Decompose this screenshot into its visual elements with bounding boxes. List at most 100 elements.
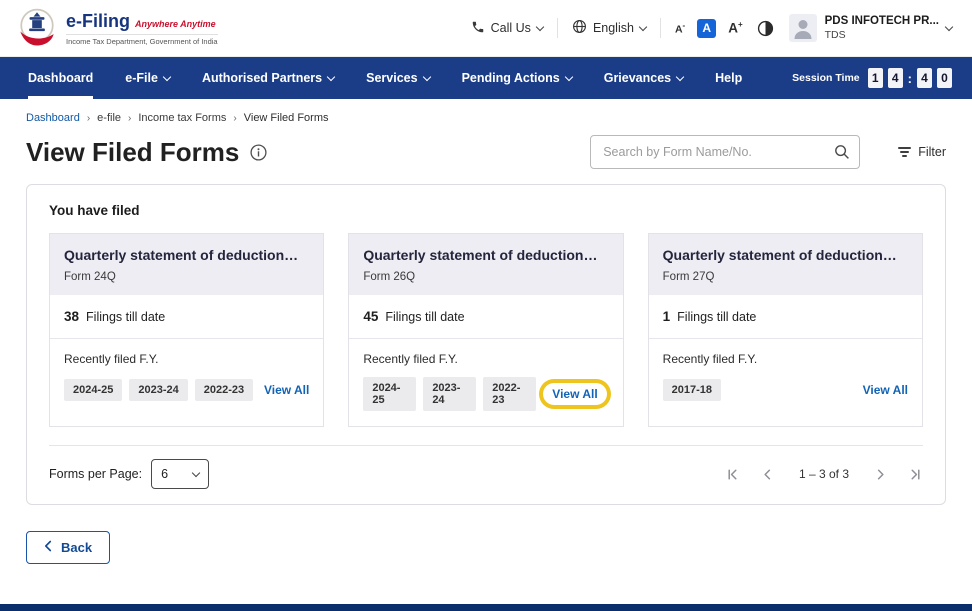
recent-label: Recently filed F.Y. xyxy=(363,352,608,366)
nav-authorised-partners[interactable]: Authorised Partners xyxy=(202,57,334,99)
chevron-down-icon xyxy=(192,468,200,476)
recent-label: Recently filed F.Y. xyxy=(663,352,908,366)
back-button[interactable]: Back xyxy=(26,531,110,564)
previous-page-button[interactable] xyxy=(760,467,775,482)
nav-efile[interactable]: e-File xyxy=(125,57,170,99)
header-actions: Call Us English A- A A+ xyxy=(471,13,952,43)
chevron-down-icon xyxy=(639,22,647,30)
divider xyxy=(557,18,558,38)
breadcrumb-separator: › xyxy=(87,113,90,124)
user-avatar xyxy=(788,13,818,43)
call-us-label: Call Us xyxy=(491,21,531,35)
nav-items: Dashboard e-File Authorised Partners Ser… xyxy=(28,57,742,99)
filter-button[interactable]: Filter xyxy=(898,145,946,159)
next-page-button[interactable] xyxy=(873,467,888,482)
form-card-26q: Quarterly statement of deduction… Form 2… xyxy=(348,233,623,427)
fy-chip: 2017-18 xyxy=(663,379,721,401)
chevron-down-icon xyxy=(422,72,430,80)
filter-label: Filter xyxy=(918,145,946,159)
filed-forms-panel: You have filed Quarterly statement of de… xyxy=(26,184,946,505)
chevron-down-icon xyxy=(564,72,572,80)
page-range-text: 1 – 3 of 3 xyxy=(799,467,849,481)
card-title: Quarterly statement of deduction… xyxy=(64,247,309,263)
card-header: Quarterly statement of deduction… Form 2… xyxy=(50,234,323,295)
forms-per-page: Forms per Page: 6 xyxy=(49,459,209,489)
nav-help[interactable]: Help xyxy=(715,57,742,99)
fy-chips-row: 2017-18 View All xyxy=(663,377,908,403)
filings-count-label: Filings till date xyxy=(385,310,464,324)
contrast-toggle-icon[interactable] xyxy=(757,20,774,37)
fy-chip: 2024-25 xyxy=(64,379,122,401)
nav-grievances[interactable]: Grievances xyxy=(604,57,683,99)
forms-per-page-select[interactable]: 6 xyxy=(151,459,209,489)
session-timer: Session Time 1 4 : 4 0 xyxy=(792,57,952,99)
filings-count: 1 xyxy=(663,309,671,324)
brand-name: e-Filing xyxy=(66,11,130,32)
forms-per-page-value: 6 xyxy=(161,467,168,481)
first-page-button[interactable] xyxy=(725,467,740,482)
filings-count-row: 45 Filings till date xyxy=(349,295,622,339)
footer-strip xyxy=(0,604,972,611)
phone-icon xyxy=(471,20,485,37)
search-icon[interactable] xyxy=(834,144,850,165)
nav-pending-actions[interactable]: Pending Actions xyxy=(462,57,572,99)
form-cards: Quarterly statement of deduction… Form 2… xyxy=(49,233,923,427)
breadcrumb-separator: › xyxy=(233,113,236,124)
font-normal-button[interactable]: A xyxy=(697,19,716,38)
fy-chip: 2023-24 xyxy=(423,377,476,411)
fy-chip: 2022-23 xyxy=(483,377,536,411)
search-input[interactable] xyxy=(590,135,860,169)
fy-chip: 2024-25 xyxy=(363,377,416,411)
chevron-down-icon xyxy=(945,22,953,30)
chevron-down-icon xyxy=(676,72,684,80)
user-profile-menu[interactable]: PDS INFOTECH PR... TDS xyxy=(788,13,952,43)
view-all-link-27q[interactable]: View All xyxy=(863,383,908,397)
divider xyxy=(660,18,661,38)
breadcrumb-dashboard[interactable]: Dashboard xyxy=(26,112,80,124)
font-decrease-button[interactable]: A- xyxy=(675,21,685,36)
timer-digit: 4 xyxy=(917,68,932,88)
user-name: PDS INFOTECH PR... xyxy=(825,15,939,27)
language-label: English xyxy=(593,21,634,35)
card-form-number: Form 27Q xyxy=(663,271,908,283)
form-card-27q: Quarterly statement of deduction… Form 2… xyxy=(648,233,923,427)
form-card-24q: Quarterly statement of deduction… Form 2… xyxy=(49,233,324,427)
chevron-left-icon xyxy=(44,540,53,555)
card-header: Quarterly statement of deduction… Form 2… xyxy=(649,234,922,295)
timer-digit: 1 xyxy=(868,68,883,88)
view-all-link-26q-highlighted[interactable]: View All xyxy=(543,383,606,405)
filings-count-label: Filings till date xyxy=(677,310,756,324)
breadcrumb-separator: › xyxy=(128,113,131,124)
title-row: View Filed Forms Filter xyxy=(26,135,946,169)
font-size-controls: A- A A+ xyxy=(675,19,743,38)
breadcrumb-efile[interactable]: e-file xyxy=(97,112,121,124)
language-menu[interactable]: English xyxy=(572,19,646,37)
info-icon[interactable] xyxy=(250,144,267,161)
recent-filings-section: Recently filed F.Y. 2024-25 2023-24 2022… xyxy=(50,339,323,418)
nav-dashboard[interactable]: Dashboard xyxy=(28,57,93,99)
efiling-logo[interactable]: e-Filing Anywhere Anytime Income Tax Dep… xyxy=(16,6,218,50)
breadcrumb-income-tax-forms[interactable]: Income tax Forms xyxy=(138,112,226,124)
search-box xyxy=(590,135,860,169)
filings-count: 45 xyxy=(363,309,378,324)
page-content: Dashboard › e-file › Income tax Forms › … xyxy=(0,112,972,505)
chevron-down-icon xyxy=(327,72,335,80)
call-us-menu[interactable]: Call Us xyxy=(471,20,543,37)
filings-count-row: 38 Filings till date xyxy=(50,295,323,339)
pagination-row: Forms per Page: 6 1 – 3 of 3 xyxy=(49,445,923,489)
fy-chip: 2022-23 xyxy=(195,379,253,401)
font-increase-button[interactable]: A+ xyxy=(728,20,742,36)
india-emblem-icon xyxy=(16,6,58,50)
timer-digit: 4 xyxy=(888,68,903,88)
efiling-portal-page: e-Filing Anywhere Anytime Income Tax Dep… xyxy=(0,0,972,611)
chevron-down-icon xyxy=(536,22,544,30)
view-all-link-24q[interactable]: View All xyxy=(264,383,309,397)
breadcrumb: Dashboard › e-file › Income tax Forms › … xyxy=(26,112,946,124)
card-form-number: Form 26Q xyxy=(363,271,608,283)
last-page-button[interactable] xyxy=(908,467,923,482)
nav-services[interactable]: Services xyxy=(366,57,429,99)
recent-filings-section: Recently filed F.Y. 2024-25 2023-24 2022… xyxy=(349,339,622,426)
pager-controls: 1 – 3 of 3 xyxy=(725,467,923,482)
card-title: Quarterly statement of deduction… xyxy=(363,247,608,263)
brand-text: e-Filing Anywhere Anytime Income Tax Dep… xyxy=(66,11,218,46)
